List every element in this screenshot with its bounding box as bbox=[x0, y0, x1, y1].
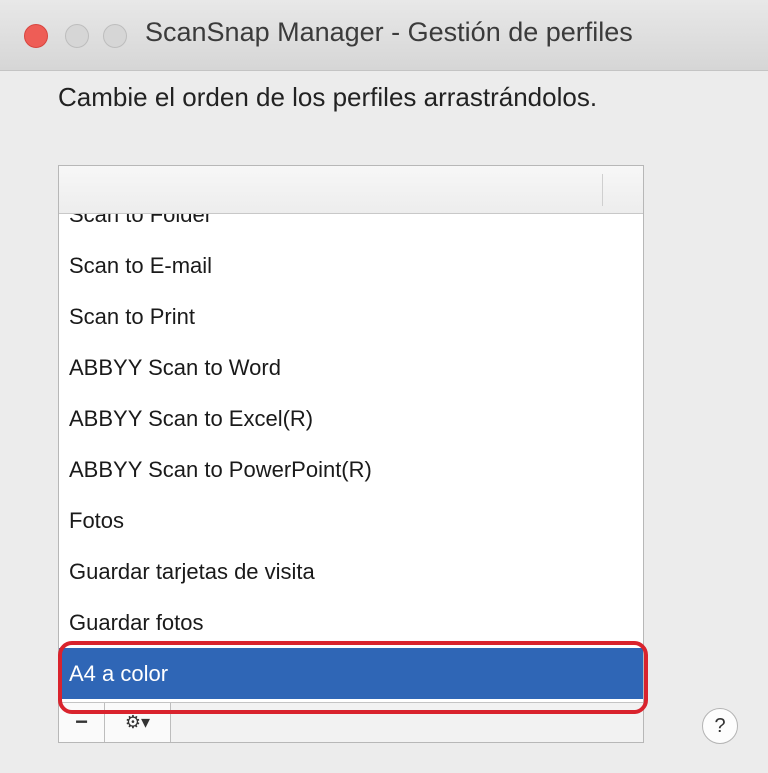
selection-highlight-outline bbox=[58, 641, 648, 714]
minimize-icon[interactable] bbox=[65, 24, 89, 48]
close-icon[interactable] bbox=[24, 24, 48, 48]
column-divider bbox=[602, 174, 603, 206]
list-item[interactable]: Fotos bbox=[59, 495, 643, 546]
list-item[interactable]: ABBYY Scan to PowerPoint(R) bbox=[59, 444, 643, 495]
title-bar[interactable]: ScanSnap Manager - Gestión de perfiles bbox=[0, 0, 768, 71]
help-icon[interactable]: ? bbox=[702, 708, 738, 744]
list-item[interactable]: Scan to Print bbox=[59, 291, 643, 342]
instruction-text: Cambie el orden de los perfiles arrastrá… bbox=[58, 82, 598, 112]
list-item[interactable]: ABBYY Scan to Word bbox=[59, 342, 643, 393]
list-column-header[interactable] bbox=[59, 166, 643, 214]
window-title: ScanSnap Manager - Gestión de perfiles bbox=[145, 17, 633, 47]
list-item[interactable]: ABBYY Scan to Excel(R) bbox=[59, 393, 643, 444]
profile-list-items: Scan to Folder Scan to E-mail Scan to Pr… bbox=[59, 189, 643, 699]
list-item[interactable]: Guardar tarjetas de visita bbox=[59, 546, 643, 597]
list-item[interactable]: Scan to E-mail bbox=[59, 240, 643, 291]
zoom-icon[interactable] bbox=[103, 24, 127, 48]
profile-management-window: ScanSnap Manager - Gestión de perfiles C… bbox=[0, 0, 768, 773]
